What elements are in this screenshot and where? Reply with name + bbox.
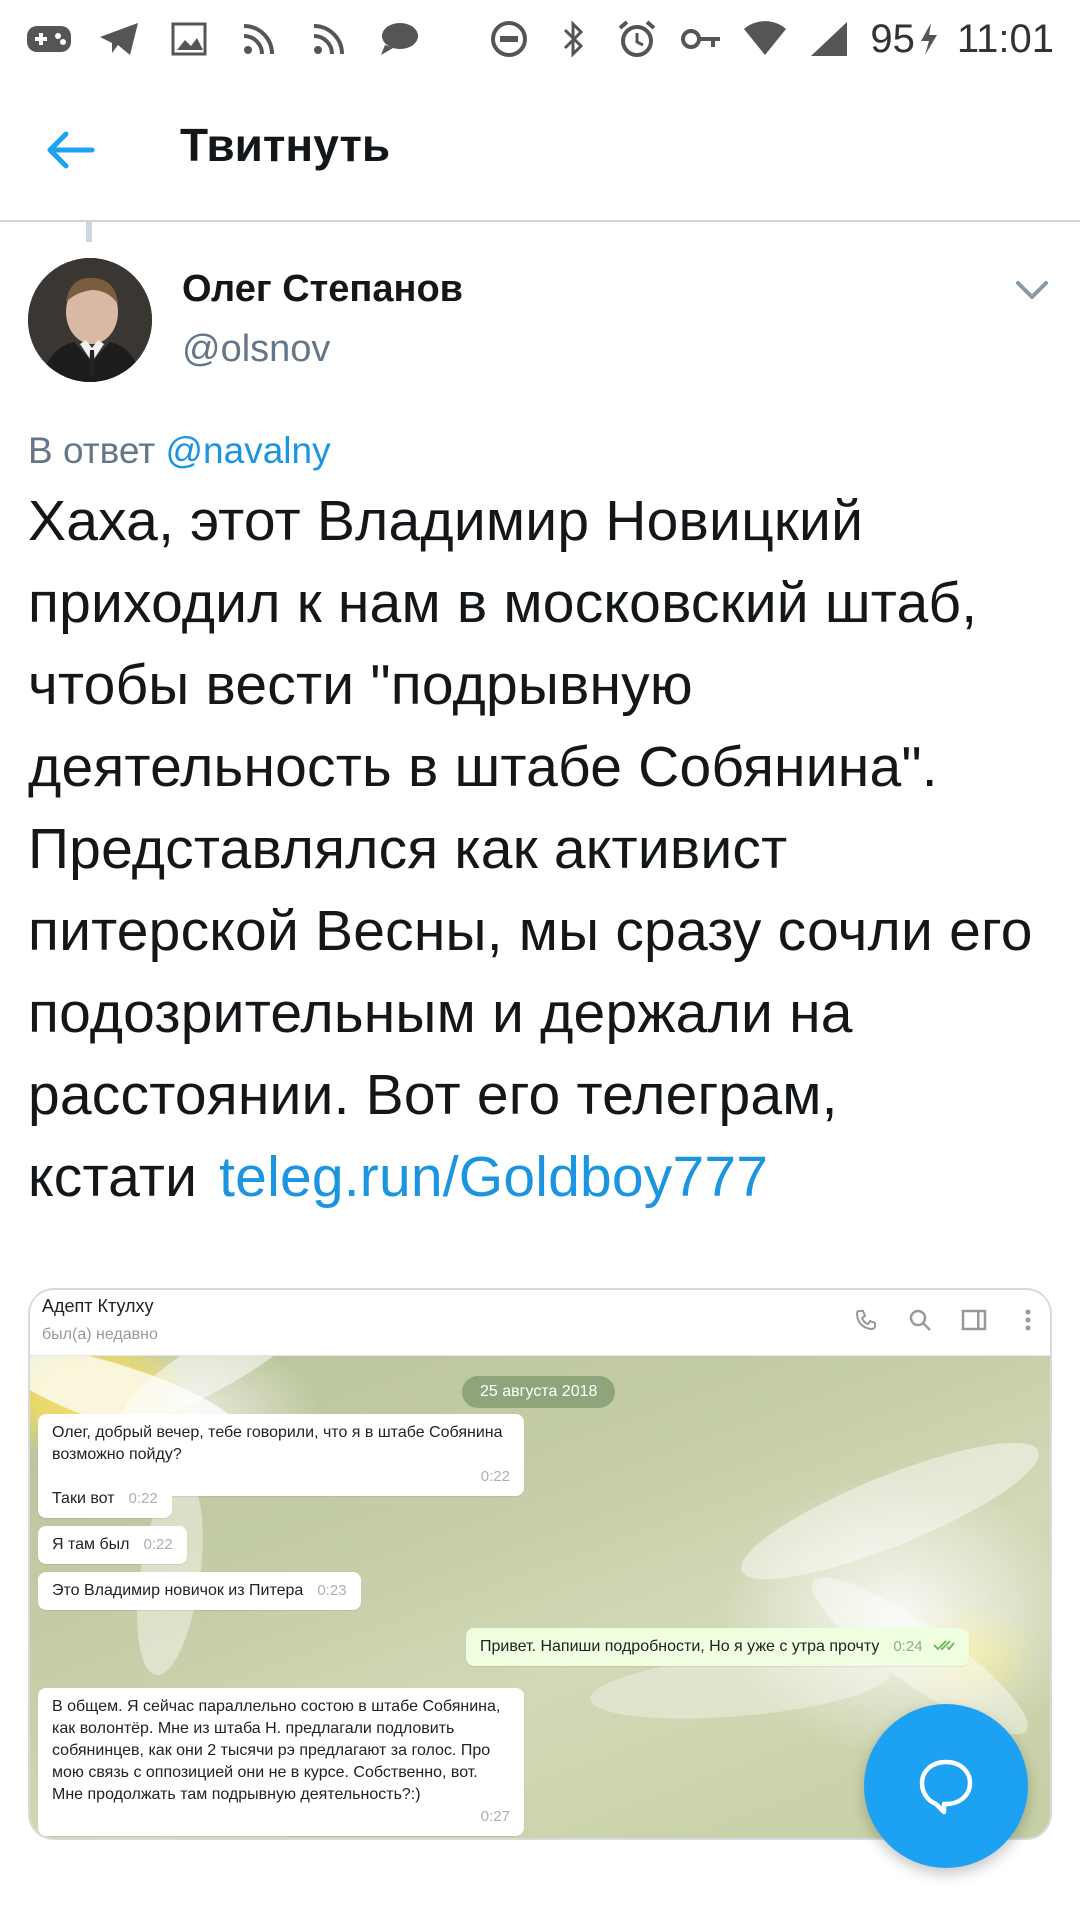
- chat-message: Я там был 0:22: [38, 1526, 187, 1564]
- rss-icon: [306, 19, 352, 59]
- tweet-body: Хаха, этот Владимир Новицкий приходил к …: [28, 480, 1058, 1218]
- search-icon: [904, 1304, 936, 1336]
- telegram-chat-header: Адепт Ктулху был(а) недавно: [30, 1290, 1050, 1356]
- message-text: Привет. Напиши подробности, Но я уже с у…: [480, 1638, 880, 1655]
- message-time: 0:22: [128, 1490, 158, 1507]
- chevron-down-icon: [1016, 281, 1048, 299]
- clock: 11:01: [956, 16, 1054, 61]
- reply-bubble-icon: [919, 1759, 973, 1815]
- reply-prefix: В ответ: [28, 430, 156, 471]
- reply-mention-link[interactable]: @navalny: [166, 430, 331, 471]
- telegram-icon: [96, 19, 142, 59]
- wifi-icon: [742, 19, 788, 59]
- chat-message: Таки вот 0:22: [38, 1480, 172, 1518]
- signal-icon: [806, 19, 852, 59]
- battery-level: 95: [870, 16, 915, 61]
- message-text: Я там был: [52, 1536, 130, 1553]
- chat-message-outgoing: Привет. Напиши подробности, Но я уже с у…: [466, 1628, 969, 1666]
- double-check-icon: [933, 1640, 955, 1651]
- date-separator: 25 августа 2018: [462, 1376, 616, 1408]
- top-app-bar: Твитнуть: [0, 78, 1080, 222]
- battery-charging-icon: [919, 19, 939, 59]
- page-title: Твитнуть: [180, 119, 391, 171]
- chat-status: был(а) недавно: [42, 1326, 158, 1343]
- chat-name: Адепт Ктулху: [42, 1296, 154, 1316]
- reply-context: В ответ @navalny: [28, 430, 331, 472]
- alarm-icon: [614, 19, 660, 59]
- rss-icon: [236, 19, 282, 59]
- compose-reply-button[interactable]: [864, 1704, 1028, 1868]
- chat-icon: [376, 19, 422, 59]
- bluetooth-icon: [550, 19, 596, 59]
- message-time: 0:27: [480, 1808, 510, 1825]
- chat-message: В общем. Я сейчас параллельно состою в ш…: [38, 1688, 524, 1836]
- arrow-left-icon: [47, 131, 95, 169]
- thread-connector-line: [86, 222, 92, 242]
- message-text: Это Владимир новичок из Питера: [52, 1582, 304, 1599]
- gamepad-icon: [26, 19, 72, 59]
- tweet-menu-button[interactable]: [1010, 270, 1054, 310]
- back-button[interactable]: [42, 122, 98, 178]
- message-time: 0:24: [893, 1638, 923, 1655]
- status-bar: 95 11:01: [0, 0, 1080, 78]
- message-text: Олег, добрый вечер, тебе говорили, что я…: [52, 1424, 503, 1463]
- image-icon: [166, 19, 212, 59]
- key-icon: [678, 19, 724, 59]
- phone-icon: [850, 1304, 882, 1336]
- avatar[interactable]: [28, 258, 152, 382]
- message-time: 0:22: [143, 1536, 173, 1553]
- more-vertical-icon: [1012, 1304, 1044, 1336]
- message-time: 0:23: [317, 1582, 347, 1599]
- sidebar-toggle-icon: [958, 1304, 990, 1336]
- chat-message: Это Владимир новичок из Питера 0:23: [38, 1572, 361, 1610]
- author-handle[interactable]: @olsnov: [182, 328, 330, 371]
- tweet-link[interactable]: teleg.run/Goldboy777: [219, 1145, 768, 1209]
- message-text: В общем. Я сейчас параллельно состою в ш…: [52, 1698, 501, 1803]
- do-not-disturb-icon: [486, 19, 532, 59]
- message-text: Таки вот: [52, 1490, 115, 1507]
- author-name[interactable]: Олег Степанов: [182, 268, 463, 311]
- tweet-text: Хаха, этот Владимир Новицкий приходил к …: [28, 489, 1033, 1209]
- user-photo-icon: [28, 258, 152, 382]
